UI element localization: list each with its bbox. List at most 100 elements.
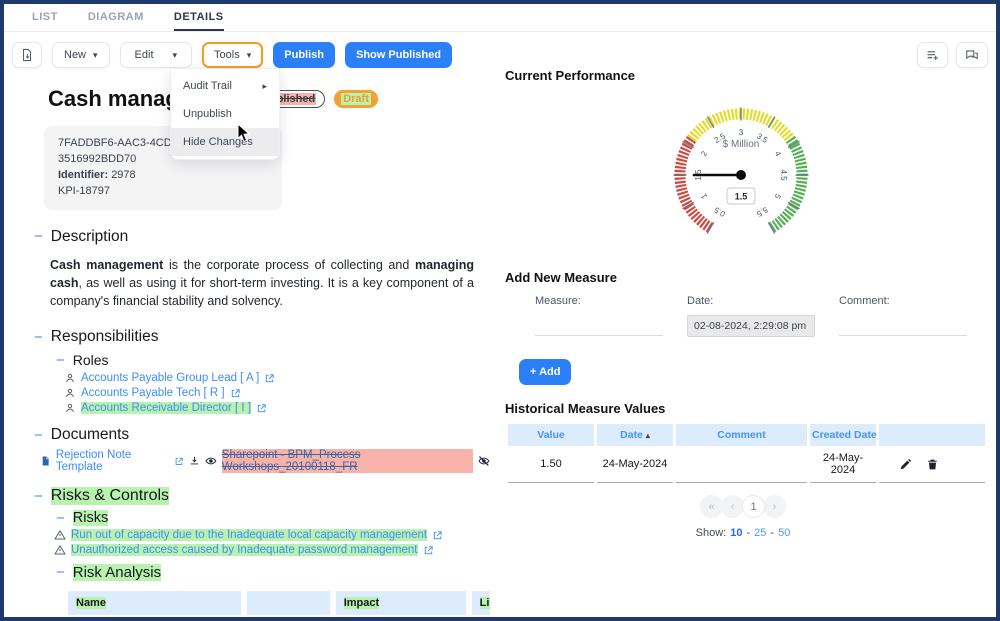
menu-item-label: Unpublish [183,108,232,120]
identifier-value: 2978 [111,168,136,181]
sort-asc-icon: ▴ [645,431,650,440]
pagination-next-button[interactable]: › [763,495,786,518]
section-risk-analysis: − Risk Analysis [56,564,490,582]
measure-input[interactable] [535,315,663,336]
col-label: Name [76,597,106,610]
show-label: Show: [695,527,727,539]
add-new-measure-heading: Add New Measure [505,270,617,285]
svg-text:4: 4 [773,150,783,159]
section-heading: Roles [72,352,109,369]
risk-link[interactable]: Run out of capacity due to the Inadequat… [71,529,428,542]
col-date[interactable]: Date ▴ [597,424,673,446]
tab-list[interactable]: LIST [32,4,58,31]
collapse-icon[interactable]: − [56,565,65,580]
svg-text:1: 1 [699,192,709,201]
eye-icon[interactable] [205,455,217,467]
tab-diagram[interactable]: DIAGRAM [88,4,144,31]
edit-pencil-icon[interactable] [899,458,912,471]
collapse-icon[interactable]: − [34,489,43,504]
edit-button-label: Edit [134,49,154,61]
col-name[interactable]: Name [68,591,242,616]
pagination: « ‹ 1 › [505,495,981,518]
external-link-icon[interactable] [432,530,443,541]
new-button-label: New [64,49,87,61]
edit-button[interactable]: Edit ▾ [119,42,193,68]
download-icon[interactable] [189,455,200,467]
person-icon [64,402,76,414]
tab-details[interactable]: DETAILS [173,4,224,31]
menu-item-hide-changes[interactable]: Hide Changes [171,128,279,156]
person-icon [64,372,76,384]
section-risks-controls: − Risks & Controls [34,487,490,506]
section-responsibilities: − Responsibilities [34,328,490,346]
chevron-down-icon: ▾ [93,49,98,60]
collapse-icon[interactable]: − [34,229,43,244]
export-document-button[interactable] [12,42,42,68]
col-value[interactable]: Value [508,424,594,446]
col-type[interactable] [247,591,330,616]
tab-bar: LIST DIAGRAM DETAILS [4,4,996,32]
col-comment[interactable]: Comment [676,424,807,446]
col-created-date[interactable]: Created Date [810,424,877,446]
risk-link[interactable]: Unauthorized access caused by Inadequate… [71,544,418,557]
current-performance-heading: Current Performance [505,68,636,83]
date-field: Date: 02-08-2024, 2:29:08 pm [687,295,815,337]
collapse-icon[interactable]: − [56,511,65,526]
collapse-icon[interactable]: − [56,353,65,368]
cell-comment [676,446,807,483]
publish-button[interactable]: Publish [273,42,335,68]
collapse-icon[interactable]: − [34,428,43,443]
col-actions [879,424,985,446]
document-icon [20,48,34,62]
add-to-list-button[interactable] [917,42,948,68]
section-documents: − Documents [34,426,490,444]
comments-button[interactable] [956,42,988,68]
section-description: − Description [34,228,490,246]
delete-trash-icon[interactable] [926,458,939,471]
tools-dropdown-menu: Audit Trail ▸ Unpublish Hide Changes [170,68,280,160]
external-link-icon[interactable] [423,545,434,556]
section-heading: Responsibilities [50,328,159,346]
svg-text:4.5: 4.5 [779,169,788,181]
menu-item-audit-trail[interactable]: Audit Trail ▸ [171,72,279,100]
external-link-icon[interactable] [256,403,267,414]
show-option-10[interactable]: 10 [730,527,742,539]
role-link[interactable]: Accounts Payable Tech [ R ] [81,387,225,399]
document-link[interactable]: Rejection Note Template [56,449,169,473]
warning-icon [54,544,66,556]
new-button[interactable]: New ▾ [52,42,110,68]
col-likelihood[interactable]: Likelihood [471,591,490,616]
external-link-icon[interactable] [264,373,275,384]
eye-off-icon[interactable] [478,455,490,467]
show-options: Show: 10 - 25 - 50 [505,527,981,539]
comment-label: Comment: [839,295,890,307]
show-option-25[interactable]: 25 [754,527,766,539]
collapse-icon[interactable]: − [34,330,43,345]
col-impact[interactable]: Impact [335,591,466,616]
role-item: Accounts Receivable Director [ I ] [64,402,490,415]
chat-icon [964,48,980,62]
table-header-row: Value Date ▴ Comment Created Date [508,424,985,446]
pagination-first-button[interactable]: « [700,495,723,518]
document-link-removed[interactable]: Sharepoint - BPM_Process Workshops_20100… [221,449,474,474]
date-input[interactable]: 02-08-2024, 2:29:08 pm [687,315,815,337]
role-item: Accounts Payable Tech [ R ] [64,387,490,399]
menu-item-unpublish[interactable]: Unpublish [171,100,279,128]
role-link[interactable]: Accounts Receivable Director [ I ] [81,402,252,415]
tools-button[interactable]: Tools ▾ [202,42,264,68]
external-link-icon[interactable] [174,456,184,467]
show-published-button[interactable]: Show Published [345,42,452,68]
col-label: Impact [343,597,380,610]
pagination-prev-button[interactable]: ‹ [721,495,744,518]
pagination-page-1[interactable]: 1 [742,495,765,518]
role-link[interactable]: Accounts Payable Group Lead [ A ] [81,372,259,384]
section-risks: − Risks [56,510,490,527]
show-option-50[interactable]: 50 [778,527,790,539]
performance-gauge: 0.511.522.533.544.555.5$ Million1.5 [651,87,989,264]
add-button[interactable]: + Add [519,359,572,385]
external-link-icon[interactable] [230,388,241,399]
risk-item: Run out of capacity due to the Inadequat… [54,529,490,542]
comment-input[interactable] [839,315,967,336]
list-add-icon [925,48,940,62]
section-heading: Risks [72,510,109,527]
